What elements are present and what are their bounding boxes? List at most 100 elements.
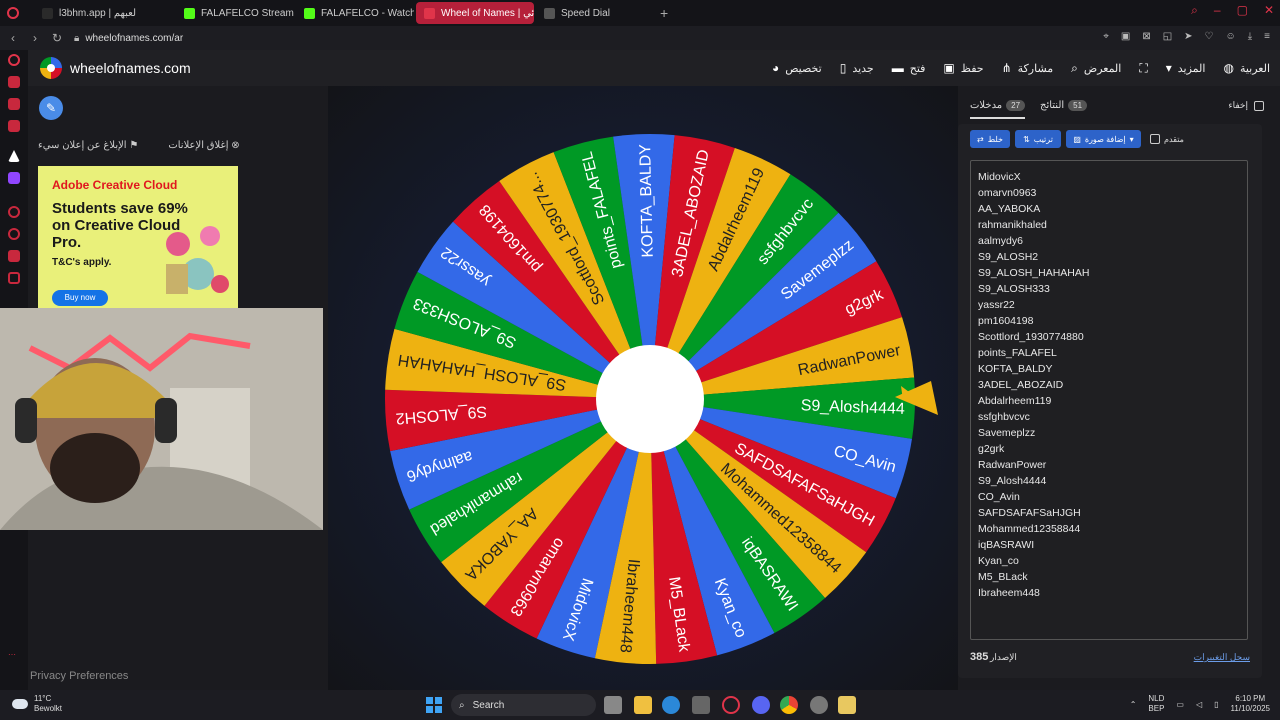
more-icon[interactable]: ⋯ bbox=[8, 650, 20, 662]
back-icon[interactable]: ‹ bbox=[4, 31, 22, 45]
browser-tab[interactable]: Wheel of Names | عشوائي bbox=[416, 2, 534, 24]
bookmark-icon[interactable]: ◱ bbox=[1163, 31, 1172, 42]
kick-icon[interactable] bbox=[8, 150, 20, 162]
entry-line[interactable]: points_FALAFEL bbox=[978, 345, 1240, 361]
menu-item-new-file[interactable]: ▯ جديد bbox=[840, 61, 874, 75]
new-tab-button[interactable]: + bbox=[660, 5, 668, 21]
settings-icon[interactable] bbox=[8, 272, 20, 284]
url-field[interactable]: 🔒︎ wheelofnames.com/ar bbox=[74, 33, 183, 44]
menu-item-search[interactable]: ⌕ المعرض bbox=[1071, 61, 1121, 76]
browser-tab[interactable]: FALAFELCO - Watch clips bbox=[296, 2, 414, 24]
discord-icon[interactable] bbox=[8, 76, 20, 88]
entry-line[interactable]: KOFTA_BALDY bbox=[978, 361, 1240, 377]
advanced-checkbox[interactable]: متقدم bbox=[1150, 134, 1184, 144]
site-logo-icon[interactable] bbox=[40, 57, 62, 79]
battery-icon[interactable]: ▯ bbox=[1214, 700, 1218, 709]
opera-logo-icon[interactable] bbox=[0, 0, 26, 26]
chrome-icon[interactable] bbox=[780, 696, 798, 714]
entry-line[interactable]: RadwanPower bbox=[978, 457, 1240, 473]
entry-line[interactable]: M5_BLack bbox=[978, 569, 1240, 585]
hide-checkbox[interactable]: إخفاء bbox=[1228, 100, 1264, 111]
forward-icon[interactable]: › bbox=[26, 31, 44, 45]
messenger-icon[interactable] bbox=[8, 98, 20, 110]
language-indicator[interactable]: NLD BEP bbox=[1148, 694, 1164, 714]
entry-line[interactable]: ssfghbvcvc bbox=[978, 409, 1240, 425]
close-ads-link[interactable]: إغلاق الإعلانات ⊗ bbox=[168, 140, 239, 151]
tray-chevron-icon[interactable]: ⌃ bbox=[1130, 700, 1137, 709]
entry-line[interactable]: Mohammed12358844 bbox=[978, 521, 1240, 537]
obs-icon[interactable] bbox=[810, 696, 828, 714]
entry-line[interactable]: S9_ALOSH_HAHAHAH bbox=[978, 265, 1240, 281]
ad-buy-button[interactable]: Buy now bbox=[52, 290, 108, 306]
shuffle-button[interactable]: ⇄ خلط bbox=[970, 130, 1010, 148]
bookmarks-icon[interactable] bbox=[8, 250, 20, 262]
entries-textarea[interactable]: MidovicX omarvn0963 AA_YABOKA rahmanikhaled… bbox=[970, 160, 1248, 640]
advanced-check-box[interactable] bbox=[1150, 134, 1160, 144]
profile-icon[interactable]: ☺ bbox=[1226, 31, 1236, 42]
clock[interactable]: 6:10 PM 11/10/2025 bbox=[1231, 694, 1270, 714]
name-wheel[interactable]: MidovicXomarvn0963AA_YABOKArahmanikhaled… bbox=[383, 99, 943, 679]
entry-line[interactable]: Abdalrheem119 bbox=[978, 393, 1240, 409]
entry-line[interactable]: S9_ALOSH333 bbox=[978, 281, 1240, 297]
entry-line[interactable]: g2grk bbox=[978, 441, 1240, 457]
maximize-icon[interactable]: ▢ bbox=[1237, 3, 1248, 18]
site-name[interactable]: wheelofnames.com bbox=[70, 60, 191, 76]
download-icon[interactable]: ⤓ bbox=[1248, 31, 1252, 42]
hide-check-box[interactable] bbox=[1254, 100, 1264, 111]
volume-icon[interactable]: ◁ bbox=[1196, 700, 1202, 709]
reload-icon[interactable]: ↻ bbox=[48, 31, 66, 45]
aria-icon[interactable] bbox=[8, 54, 20, 66]
minimize-icon[interactable]: – bbox=[1214, 3, 1221, 18]
edge-icon[interactable] bbox=[662, 696, 680, 714]
entry-line[interactable]: CO_Avin bbox=[978, 489, 1240, 505]
taskbar-search[interactable]: ⌕ Search bbox=[451, 694, 596, 716]
network-icon[interactable]: ▭ bbox=[1176, 700, 1184, 709]
opera-taskbar-icon[interactable] bbox=[722, 696, 740, 714]
entry-line[interactable]: Savemeplzz bbox=[978, 425, 1240, 441]
browser-tab[interactable]: FALAFELCO Stream - Wat bbox=[176, 2, 294, 24]
menu-item-share[interactable]: ⋔ مشاركة bbox=[1002, 61, 1054, 75]
tab-entries[interactable]: مدخلات 27 bbox=[970, 100, 1026, 119]
camera-icon[interactable]: ▣ bbox=[1121, 31, 1130, 42]
task-view-icon[interactable] bbox=[604, 696, 622, 714]
heart-icon[interactable]: ♡ bbox=[1205, 31, 1214, 42]
changelog-link[interactable]: سجل التغييرات bbox=[1194, 652, 1250, 663]
edit-pencil-button[interactable]: ✎ bbox=[39, 96, 63, 120]
entry-line[interactable]: pm1604198 bbox=[978, 313, 1240, 329]
browser-tab[interactable]: l3bhm.app | لعبهم bbox=[34, 2, 174, 24]
menu-icon[interactable]: ≡ bbox=[1264, 31, 1270, 42]
entry-line[interactable]: S9_ALOSH2 bbox=[978, 249, 1240, 265]
close-icon[interactable]: ✕ bbox=[1264, 3, 1274, 18]
menu-item-dropdown[interactable]: ▾ المزيد bbox=[1166, 61, 1206, 75]
search-icon[interactable]: ⌕ bbox=[1191, 3, 1198, 18]
windows-start-icon[interactable] bbox=[426, 697, 442, 713]
browser-tab[interactable]: Speed Dial bbox=[536, 2, 654, 24]
store-icon[interactable] bbox=[692, 696, 710, 714]
menu-item-palette[interactable]: ◕ تخصيص bbox=[772, 61, 822, 75]
sort-button[interactable]: ⇅ ترتيب bbox=[1015, 130, 1061, 148]
send-icon[interactable]: ➤ bbox=[1184, 31, 1192, 42]
m-app-icon[interactable] bbox=[8, 120, 20, 132]
entry-line[interactable]: Ibraheem448 bbox=[978, 585, 1240, 601]
entry-line[interactable]: Kyan_co bbox=[978, 553, 1240, 569]
adblock-icon[interactable]: ⊠ bbox=[1142, 31, 1150, 42]
clock-icon[interactable] bbox=[8, 228, 20, 240]
weather-widget[interactable]: 11°C Bewolkt bbox=[12, 694, 62, 714]
tab-results[interactable]: النتائج 51 bbox=[1040, 100, 1088, 111]
add-image-button[interactable]: ▨ إضافة صورة ▾ bbox=[1066, 130, 1141, 148]
entry-line[interactable]: SAFDSAFAFSaHJGH bbox=[978, 505, 1240, 521]
report-ad-link[interactable]: الإبلاغ عن إعلان سيء ⚑ bbox=[38, 140, 138, 151]
adobe-ad[interactable]: Adobe Creative Cloud Students save 69% o… bbox=[38, 166, 238, 308]
menu-item-save[interactable]: ▣ حفظ bbox=[943, 61, 983, 75]
menu-item-fullscreen[interactable]: ⛶ bbox=[1139, 61, 1147, 76]
entry-line[interactable]: MidovicX bbox=[978, 169, 1240, 185]
discord-taskbar-icon[interactable] bbox=[752, 696, 770, 714]
notes-icon[interactable] bbox=[838, 696, 856, 714]
entry-line[interactable]: S9_Alosh4444 bbox=[978, 473, 1240, 489]
entry-line[interactable]: omarvn0963 bbox=[978, 185, 1240, 201]
entry-line[interactable]: yassr22 bbox=[978, 297, 1240, 313]
menu-item-globe[interactable]: ◍ العربية bbox=[1223, 61, 1270, 75]
pin-icon[interactable]: ⌖ bbox=[1103, 31, 1109, 42]
entry-line[interactable]: AA_YABOKA bbox=[978, 201, 1240, 217]
privacy-preferences-link[interactable]: Privacy Preferences bbox=[30, 670, 128, 682]
